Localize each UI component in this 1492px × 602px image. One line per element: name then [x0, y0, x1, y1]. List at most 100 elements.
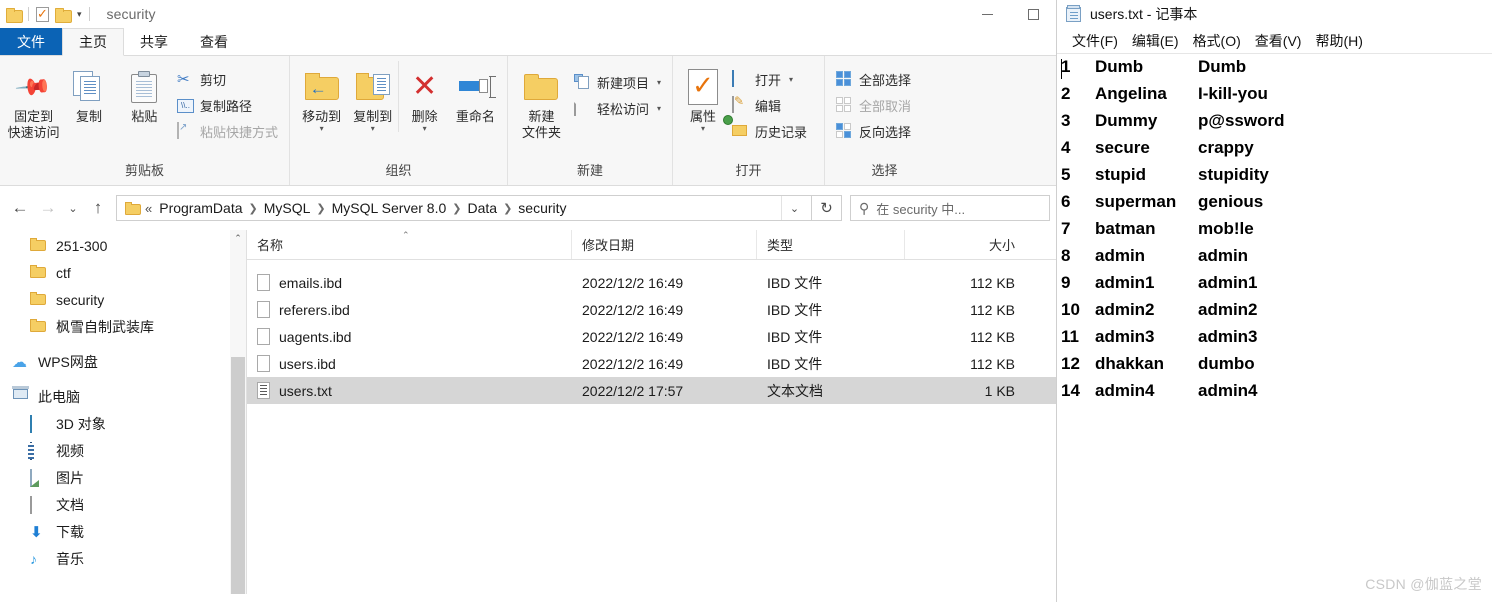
column-header-type[interactable]: 类型	[757, 230, 905, 259]
address-dropdown-icon[interactable]: ⌄	[781, 196, 807, 220]
tab-file[interactable]: 文件	[0, 28, 62, 56]
invert-selection-button[interactable]: 反向选择	[831, 118, 916, 144]
column-header-name[interactable]: 名称	[247, 230, 572, 259]
copy-to-button[interactable]: 复制到 ▾	[347, 61, 398, 133]
notepad-text-area[interactable]: 1 Dumb Dumb 2 Angelina I-kill-you 3 Dummy p@ss…	[1057, 55, 1492, 602]
copy-button[interactable]: 复制	[61, 61, 116, 125]
column-header-date[interactable]: 修改日期	[572, 230, 757, 259]
breadcrumb-chevron-icon[interactable]: ❯	[243, 202, 264, 215]
sidebar-item-3d-objects[interactable]: 3D 对象	[0, 410, 246, 437]
sidebar-item-wps-cloud[interactable]: ☁ WPS网盘	[0, 348, 246, 375]
quick-access-dropdown-icon[interactable]: ▾	[77, 9, 82, 19]
sidebar-item-documents[interactable]: 文档	[0, 491, 246, 518]
copy-path-button[interactable]: \\.. 复制路径	[172, 92, 283, 118]
folder-icon	[30, 264, 47, 281]
search-placeholder: 在 security 中...	[876, 201, 966, 217]
pin-label-line1: 固定到	[14, 109, 54, 124]
group-title-organize: 组织	[385, 163, 412, 178]
rename-button[interactable]: 重命名	[450, 61, 501, 125]
maximize-button[interactable]	[1010, 0, 1056, 28]
menu-format[interactable]: 格式(O)	[1186, 31, 1248, 51]
sidebar-item-downloads[interactable]: ⬇ 下载	[0, 518, 246, 545]
menu-help[interactable]: 帮助(H)	[1308, 31, 1369, 51]
refresh-button[interactable]: ↻	[812, 195, 842, 221]
quick-access-properties-icon[interactable]: ✓	[36, 6, 49, 22]
open-dropdown-icon[interactable]: ▾	[789, 75, 793, 84]
open-button[interactable]: 打开 ▾	[727, 66, 812, 92]
sidebar-item-videos[interactable]: 视频	[0, 437, 246, 464]
sidebar-item-label: 图片	[56, 469, 84, 486]
column-header-size[interactable]: 大小	[905, 230, 1025, 259]
breadcrumb-chevron-icon[interactable]: ❯	[310, 202, 331, 215]
quick-access-new-folder-icon[interactable]	[55, 7, 72, 23]
properties-button[interactable]: ✓ 属性 ▾	[679, 61, 727, 133]
select-all-button[interactable]: 全部选择	[831, 66, 916, 92]
this-pc-icon	[12, 385, 29, 405]
sidebar-item-label: 文档	[56, 496, 84, 513]
move-to-button[interactable]: ← 移动到 ▾	[296, 61, 347, 133]
sidebar-item-ctf[interactable]: ctf	[0, 259, 246, 286]
back-button[interactable]: ←	[6, 193, 34, 223]
scrollbar-thumb[interactable]	[231, 357, 245, 594]
breadcrumb-item-1[interactable]: MySQL	[264, 200, 311, 216]
copy-to-dropdown-icon[interactable]: ▾	[353, 125, 392, 133]
properties-dropdown-icon[interactable]: ▾	[690, 125, 716, 133]
tab-view[interactable]: 查看	[184, 28, 244, 56]
tab-home[interactable]: 主页	[62, 28, 124, 56]
sidebar-item-label: 视频	[56, 442, 84, 459]
breadcrumb-chevron-icon[interactable]: ❯	[497, 202, 518, 215]
minimize-button[interactable]	[964, 0, 1010, 28]
sidebar-item-pictures[interactable]: 图片	[0, 464, 246, 491]
recent-locations-button[interactable]: ⌄	[62, 193, 84, 223]
sidebar-item-security[interactable]: security	[0, 286, 246, 313]
cut-button[interactable]: ✂ 剪切	[172, 66, 283, 92]
table-row[interactable]: referers.ibd 2022/12/2 16:49 IBD 文件 112 …	[247, 296, 1056, 323]
pin-to-quick-access-button[interactable]: 📌 固定到 快速访问	[6, 61, 61, 141]
delete-dropdown-icon[interactable]: ▾	[412, 125, 438, 133]
table-row[interactable]: users.txt 2022/12/2 17:57 文本文档 1 KB	[247, 377, 1056, 404]
table-row[interactable]: uagents.ibd 2022/12/2 16:49 IBD 文件 112 K…	[247, 323, 1056, 350]
edit-button[interactable]: 编辑	[727, 92, 812, 118]
history-button[interactable]: 历史记录	[723, 114, 812, 144]
table-row[interactable]: users.ibd 2022/12/2 16:49 IBD 文件 112 KB	[247, 350, 1056, 377]
forward-button[interactable]: →	[34, 193, 62, 223]
quick-access-folder-icon[interactable]	[6, 7, 23, 23]
easy-access-dropdown-icon[interactable]: ▾	[657, 104, 661, 113]
column-header-row: ⌃ 名称 修改日期 类型 大小	[247, 230, 1056, 260]
delete-button[interactable]: ✕ 删除 ▾	[398, 61, 449, 133]
menu-edit[interactable]: 编辑(E)	[1125, 31, 1186, 51]
sidebar-scrollbar[interactable]: ⌃	[230, 230, 246, 594]
sidebar-item-custom-armory[interactable]: 枫雪自制武装库	[0, 313, 246, 340]
file-size: 1 KB	[984, 382, 1015, 399]
breadcrumb-item-2[interactable]: MySQL Server 8.0	[332, 200, 447, 216]
paste-button[interactable]: 粘贴	[117, 61, 172, 125]
new-folder-button[interactable]: 新建 文件夹	[514, 61, 569, 141]
new-item-dropdown-icon[interactable]: ▾	[657, 78, 661, 87]
move-to-dropdown-icon[interactable]: ▾	[302, 125, 341, 133]
line-number: 4	[1061, 138, 1071, 157]
search-input[interactable]: ⚲ 在 security 中...	[850, 195, 1050, 221]
breadcrumb-overflow-icon[interactable]: «	[141, 201, 159, 216]
file-list-pane: ⌃ 名称 修改日期 类型 大小 emails.ibd 2022/12/2 16:…	[247, 230, 1056, 594]
sidebar-item-music[interactable]: ♪ 音乐	[0, 545, 246, 572]
menu-file[interactable]: 文件(F)	[1065, 31, 1125, 51]
menu-view[interactable]: 查看(V)	[1248, 31, 1309, 51]
sidebar-item-251-300[interactable]: 251-300	[0, 232, 246, 259]
line-number: 3	[1061, 111, 1071, 130]
scroll-up-icon[interactable]: ⌃	[230, 230, 246, 247]
edit-label: 编辑	[755, 98, 782, 114]
select-none-button[interactable]: 全部取消	[831, 92, 916, 118]
up-button[interactable]: ↑	[84, 193, 112, 223]
breadcrumb-item-3[interactable]: Data	[467, 200, 497, 216]
copy-to-icon	[355, 65, 390, 109]
table-row[interactable]: emails.ibd 2022/12/2 16:49 IBD 文件 112 KB	[247, 269, 1056, 296]
breadcrumb-item-4[interactable]: security	[518, 200, 566, 216]
address-input[interactable]: « ProgramData ❯ MySQL ❯ MySQL Server 8.0…	[116, 195, 812, 221]
paste-shortcut-button[interactable]: 粘贴快捷方式	[172, 118, 283, 144]
easy-access-button[interactable]: 轻松访问 ▾	[569, 95, 666, 121]
new-item-button[interactable]: 新建项目 ▾	[569, 69, 666, 95]
tab-share[interactable]: 共享	[124, 28, 184, 56]
sidebar-item-this-pc[interactable]: 此电脑	[0, 383, 246, 410]
breadcrumb-item-0[interactable]: ProgramData	[159, 200, 242, 216]
breadcrumb-chevron-icon[interactable]: ❯	[446, 202, 467, 215]
